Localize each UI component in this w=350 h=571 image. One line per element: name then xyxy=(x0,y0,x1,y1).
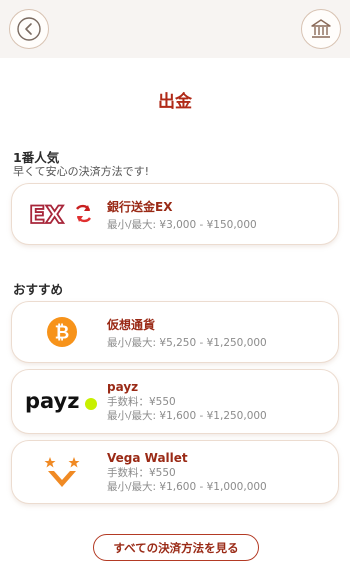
payment-method-crypto[interactable]: ₿ 仮想通貨 最小/最大: ¥5,250 - ¥1,250,000 xyxy=(11,301,339,363)
bank-transfer-ex-logo: EX xyxy=(22,184,102,244)
chevron-left-icon xyxy=(17,17,41,41)
vega-wallet-logo xyxy=(22,441,102,503)
method-name: Vega Wallet xyxy=(107,451,188,465)
method-fee: 手数料：¥550 xyxy=(107,396,176,408)
all-payment-methods-button[interactable]: すべての決済方法を見る xyxy=(93,534,259,561)
bank-building-icon xyxy=(311,19,331,38)
method-name: 仮想通貨 xyxy=(107,318,156,332)
method-limit: 最小/最大: ¥1,600 - ¥1,250,000 xyxy=(107,410,267,422)
page-title: 出金 xyxy=(158,92,192,112)
method-limit: 最小/最大: ¥3,000 - ¥150,000 xyxy=(107,219,257,231)
svg-text:₿: ₿ xyxy=(55,323,70,344)
svg-text:EX: EX xyxy=(29,201,64,228)
top-bar xyxy=(0,0,350,58)
payment-method-payz[interactable]: payz payz 手数料：¥550 最小/最大: ¥1,600 - ¥1,25… xyxy=(11,369,339,434)
method-name: payz xyxy=(107,380,139,394)
payz-logo: payz xyxy=(22,370,102,433)
bank-home-button[interactable] xyxy=(301,9,341,49)
method-fee: 手数料：¥550 xyxy=(107,467,176,479)
popular-subtitle: 早くて安心の決済方法です! xyxy=(13,165,150,178)
svg-text:payz: payz xyxy=(25,389,79,413)
bitcoin-icon: ₿ xyxy=(22,302,102,362)
back-button[interactable] xyxy=(9,9,49,49)
method-limit: 最小/最大: ¥1,600 - ¥1,000,000 xyxy=(107,481,267,493)
payment-method-bank-transfer-ex[interactable]: EX 銀行送金EX 最小/最大: ¥3,000 - ¥150,000 xyxy=(11,183,339,245)
method-name: 銀行送金EX xyxy=(107,200,173,214)
method-limit: 最小/最大: ¥5,250 - ¥1,250,000 xyxy=(107,337,267,349)
payment-method-vega-wallet[interactable]: Vega Wallet 手数料：¥550 最小/最大: ¥1,600 - ¥1,… xyxy=(11,440,339,504)
recommended-heading: おすすめ xyxy=(13,282,64,297)
